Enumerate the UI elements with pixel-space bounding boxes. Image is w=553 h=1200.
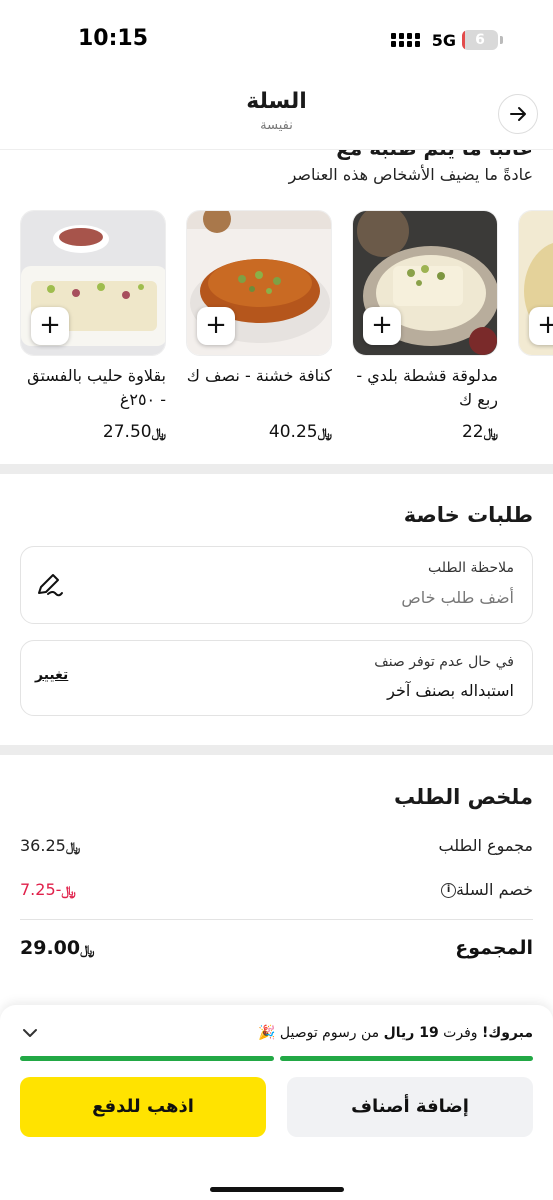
product-card[interactable]: + مدلوقة قشطة بلدي - ربع ك ﷼22 [352, 210, 498, 442]
chevron-down-icon[interactable] [22, 1027, 38, 1039]
summary-divider [20, 919, 533, 920]
product-price: ﷼22 [461, 422, 498, 442]
riyal-icon: ﷼ [317, 426, 332, 441]
suggested-products-carousel[interactable]: + + مدلوقة قشطة بلدي - ربع ك ﷼22 [0, 210, 553, 450]
page-title: السلة [246, 89, 307, 114]
battery-icon: 6 [462, 30, 498, 50]
order-note-placeholder: أضف طلب خاص [401, 588, 514, 607]
product-price: ﷼40.25 [268, 422, 332, 442]
checkout-button[interactable]: اذهب للدفع [20, 1077, 266, 1137]
add-button[interactable]: + [529, 307, 553, 345]
product-price: ﷼27.50 [102, 422, 166, 442]
knafeh-photo: + [186, 210, 332, 356]
product-name: كنافة خشنة - نصف ك [186, 366, 332, 385]
party-popper-icon: 🎉 [257, 1025, 276, 1041]
section-divider [0, 745, 553, 755]
order-note-label: ملاحظة الطلب [428, 560, 514, 576]
restaurant-name: نفيسة [260, 118, 293, 133]
signal-icon [390, 33, 420, 47]
product-image: + [518, 210, 553, 356]
total-value: ﷼29.00 [20, 937, 95, 959]
order-summary-title: ملخص الطلب [393, 785, 533, 809]
cart-discount-label: خصم السلةi [438, 880, 533, 899]
promo-headline: مبروك! [481, 1025, 533, 1041]
page-header: السلة نفيسة [0, 80, 553, 150]
add-items-button[interactable]: إضافة أصناف [287, 1077, 533, 1137]
product-card-partial[interactable]: + [518, 210, 553, 356]
pen-icon [38, 574, 63, 597]
delivery-promo: مبروك! وفرت 19 ريال من رسوم توصيل 🎉 [258, 1025, 533, 1041]
product-name: بقلاوة حليب بالفستق - ٢٥٠غ [27, 366, 166, 409]
product-card[interactable]: + كنافة خشنة - نصف ك ﷼40.25 [186, 210, 332, 442]
status-icons: 5G 6 [390, 30, 503, 50]
back-button[interactable] [498, 94, 538, 134]
add-button[interactable]: + [31, 307, 69, 345]
madlouqa-photo: + [352, 210, 498, 356]
home-indicator [210, 1187, 344, 1192]
change-link[interactable]: تغيير [35, 667, 68, 683]
promo-text: من رسوم توصيل [279, 1025, 380, 1041]
section-divider [0, 464, 553, 474]
riyal-icon: ﷼ [483, 426, 498, 441]
battery-tip [500, 36, 503, 44]
order-note-field[interactable]: ملاحظة الطلب أضف طلب خاص [20, 546, 533, 624]
add-button[interactable]: + [197, 307, 235, 345]
status-time: 10:15 [78, 26, 149, 51]
unavailable-item-option[interactable]: في حال عدم توفر صنف استبداله بصنف آخر تغ… [20, 640, 533, 716]
riyal-icon: ﷼ [61, 884, 76, 899]
network-label: 5G [431, 30, 456, 50]
subtotal-value: ﷼36.25 [20, 836, 81, 855]
promo-text: وفرت [443, 1025, 478, 1041]
arrow-right-icon [510, 107, 526, 121]
info-icon[interactable]: i [441, 883, 457, 898]
add-button[interactable]: + [363, 307, 401, 345]
checkout-bar: مبروك! وفرت 19 ريال من رسوم توصيل 🎉 إضاف… [0, 1005, 553, 1200]
special-requests-title: طلبات خاصة [403, 503, 533, 527]
progress-bar-segment [20, 1056, 274, 1061]
riyal-icon: ﷼ [80, 943, 95, 958]
total-label: المجموع [455, 937, 533, 959]
product-name: مدلوقة قشطة بلدي - ربع ك [356, 366, 498, 409]
subtotal-label: مجموع الطلب [438, 836, 534, 855]
status-bar: 10:15 5G 6 [0, 0, 553, 80]
baklava-photo: + [20, 210, 166, 356]
riyal-icon: ﷼ [151, 426, 166, 441]
frequently-bought-subtitle: عادةً ما يضيف الأشخاص هذه العناصر [288, 165, 533, 184]
unavailable-item-label: في حال عدم توفر صنف [374, 654, 514, 670]
progress-bar-segment [280, 1056, 533, 1061]
unavailable-item-value: استبداله بصنف آخر [387, 681, 514, 700]
riyal-icon: ﷼ [65, 840, 81, 855]
promo-amount: 19 ريال [383, 1025, 439, 1041]
cart-discount-value: ﷼-7.25 [20, 880, 76, 899]
product-card[interactable]: + بقلاوة حليب بالفستق - ٢٥٠غ ﷼27.50 [20, 210, 166, 442]
